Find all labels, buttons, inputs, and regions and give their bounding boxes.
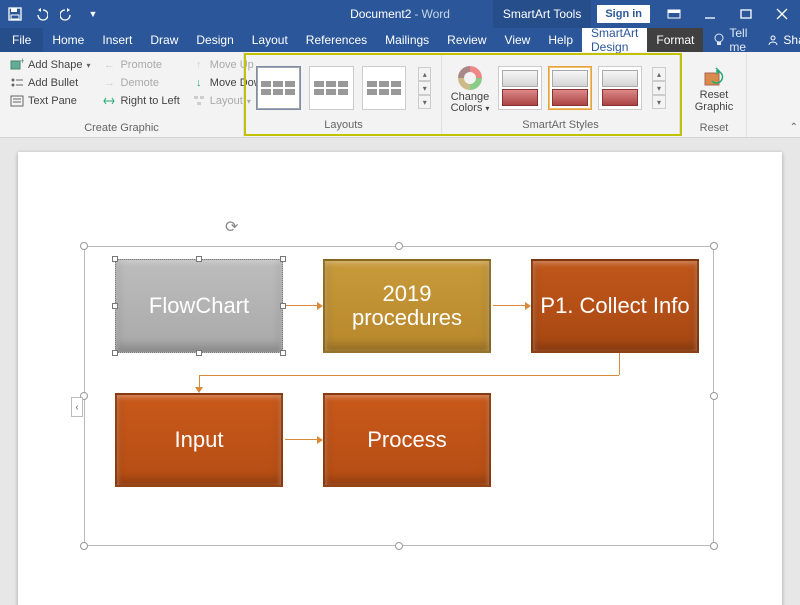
text-pane-icon	[10, 94, 24, 108]
tab-format[interactable]: Format	[647, 28, 703, 52]
smartart-frame[interactable]: ⟳ ‹ FlowChart	[84, 246, 714, 546]
layouts-gallery-spinner[interactable]: ▴▾▾	[418, 67, 431, 109]
chevron-down-icon[interactable]: ▾	[652, 81, 666, 95]
chevron-up-icon[interactable]: ▴	[418, 67, 431, 81]
smartart-node-flowchart[interactable]: FlowChart	[115, 259, 283, 353]
add-bullet-button[interactable]: Add Bullet	[6, 74, 94, 92]
resize-handle[interactable]	[395, 242, 403, 250]
group-label-reset: Reset	[686, 122, 742, 135]
resize-handle[interactable]	[80, 542, 88, 550]
add-shape-icon: +	[10, 58, 24, 72]
demote-button[interactable]: →Demote	[98, 74, 183, 92]
styles-gallery-spinner[interactable]: ▴▾▾	[652, 67, 666, 109]
right-to-left-button[interactable]: Right to Left	[98, 92, 183, 110]
move-up-icon: ↑	[192, 58, 206, 72]
tell-me-label: Tell me	[729, 26, 747, 54]
group-label-create-graphic: Create Graphic	[4, 122, 239, 135]
shape-handle[interactable]	[196, 350, 202, 356]
shape-handle[interactable]	[112, 350, 118, 356]
shape-handle[interactable]	[280, 256, 286, 262]
layout-option-2[interactable]	[309, 66, 354, 110]
maximize-button[interactable]	[728, 0, 764, 28]
shape-handle[interactable]	[280, 303, 286, 309]
collapse-ribbon-button[interactable]: ⌃	[790, 122, 798, 133]
smartart-node-p1-collect-info[interactable]: P1. Collect Info	[531, 259, 699, 353]
promote-icon: ←	[102, 58, 116, 72]
document-area[interactable]: ⟳ ‹ FlowChart	[0, 138, 800, 605]
tab-insert[interactable]: Insert	[93, 28, 141, 52]
tab-home[interactable]: Home	[43, 28, 93, 52]
resize-handle[interactable]	[710, 542, 718, 550]
demote-icon: →	[102, 76, 116, 90]
shape-handle[interactable]	[112, 256, 118, 262]
sign-in-button[interactable]: Sign in	[597, 5, 650, 23]
chevron-down-icon[interactable]: ▾	[418, 81, 431, 95]
tab-design[interactable]: Design	[187, 28, 242, 52]
rotate-handle[interactable]: ⟳	[225, 217, 238, 237]
resize-handle[interactable]	[710, 392, 718, 400]
app-name: Word	[421, 7, 449, 21]
resize-handle[interactable]	[395, 542, 403, 550]
add-bullet-icon	[10, 76, 24, 90]
smartart-node-2019-procedures[interactable]: 2019 procedures	[323, 259, 491, 353]
text-pane-toggle[interactable]: ‹	[71, 397, 83, 417]
style-option-3[interactable]	[598, 66, 642, 110]
reset-graphic-button[interactable]: Reset Graphic	[686, 54, 742, 122]
undo-button[interactable]	[30, 3, 52, 25]
chevron-up-icon[interactable]: ▴	[652, 67, 666, 81]
move-down-icon: ↓	[192, 76, 206, 90]
tab-layout[interactable]: Layout	[243, 28, 297, 52]
gallery-expand-icon[interactable]: ▾	[652, 95, 666, 109]
colors-icon	[458, 66, 482, 90]
tab-help[interactable]: Help	[539, 28, 582, 52]
page[interactable]: ⟳ ‹ FlowChart	[18, 152, 782, 605]
promote-button[interactable]: ←Promote	[98, 56, 183, 74]
redo-button[interactable]	[56, 3, 78, 25]
reset-graphic-label: Reset Graphic	[686, 89, 742, 113]
group-label-styles: SmartArt Styles	[446, 119, 675, 132]
ribbon-tabs: File Home Insert Draw Design Layout Refe…	[0, 28, 800, 52]
layout-icon	[192, 94, 206, 108]
ribbon-display-options-button[interactable]	[656, 0, 692, 28]
ribbon: +Add Shape ▾ Add Bullet Text Pane ←Promo…	[0, 52, 800, 138]
change-colors-button[interactable]: Change Colors ▾	[446, 57, 494, 119]
right-to-left-icon	[102, 94, 116, 108]
close-button[interactable]	[764, 0, 800, 28]
add-shape-button[interactable]: +Add Shape ▾	[6, 56, 94, 74]
smartart-node-process[interactable]: Process	[323, 393, 491, 487]
share-label: Share	[783, 33, 800, 47]
shape-handle[interactable]	[196, 256, 202, 262]
contextual-tools-label: SmartArt Tools	[493, 0, 591, 28]
tab-draw[interactable]: Draw	[141, 28, 187, 52]
smartart-node-input[interactable]: Input	[115, 393, 283, 487]
shape-handle[interactable]	[280, 350, 286, 356]
reset-icon	[702, 67, 726, 89]
document-name: Document2	[350, 7, 411, 21]
tab-review[interactable]: Review	[438, 28, 495, 52]
tab-mailings[interactable]: Mailings	[376, 28, 438, 52]
minimize-button[interactable]	[692, 0, 728, 28]
layout-option-1[interactable]	[256, 66, 301, 110]
lightbulb-icon	[713, 33, 725, 47]
group-label-layouts: Layouts	[250, 119, 437, 132]
layout-option-3[interactable]	[362, 66, 407, 110]
tab-view[interactable]: View	[496, 28, 540, 52]
save-button[interactable]	[4, 3, 26, 25]
resize-handle[interactable]	[710, 242, 718, 250]
tab-file[interactable]: File	[0, 28, 43, 52]
tab-references[interactable]: References	[297, 28, 376, 52]
title-bar: ▼ Document2 - Word SmartArt Tools Sign i…	[0, 0, 800, 28]
resize-handle[interactable]	[80, 242, 88, 250]
text-pane-button[interactable]: Text Pane	[6, 92, 94, 110]
style-option-2[interactable]	[548, 66, 592, 110]
share-icon	[767, 34, 779, 46]
style-option-1[interactable]	[498, 66, 542, 110]
tab-smartart-design[interactable]: SmartArt Design	[582, 28, 647, 52]
qat-customize-button[interactable]: ▼	[82, 3, 104, 25]
svg-text:+: +	[20, 58, 24, 66]
shape-handle[interactable]	[112, 303, 118, 309]
tell-me-search[interactable]: Tell me	[703, 26, 757, 54]
share-button[interactable]: Share	[757, 33, 800, 47]
gallery-expand-icon[interactable]: ▾	[418, 95, 431, 109]
